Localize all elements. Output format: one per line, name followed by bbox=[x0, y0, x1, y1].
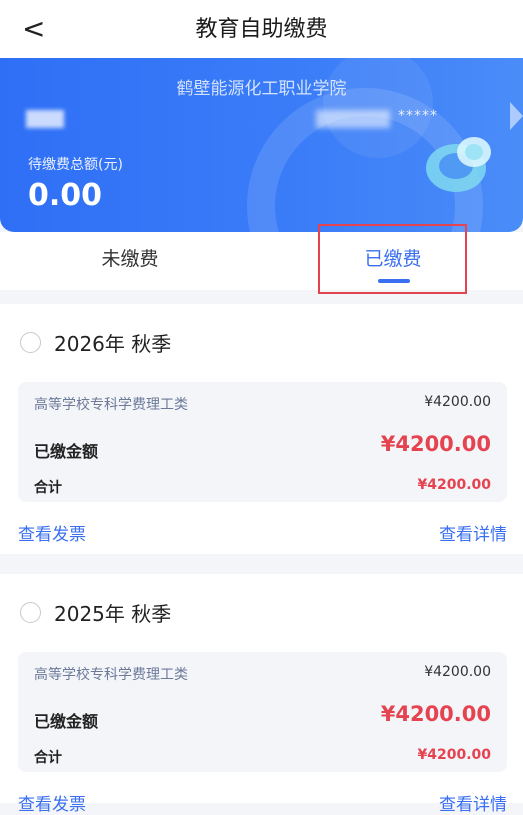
total-due-amount: 0.00 bbox=[28, 178, 103, 213]
tab-unpaid[interactable]: 未缴费 bbox=[40, 232, 220, 290]
fee-item-name: 高等学校专科学费理工类 bbox=[34, 397, 188, 413]
paid-amount-value: ¥4200.00 bbox=[380, 702, 491, 726]
select-radio[interactable] bbox=[20, 602, 41, 623]
highlight-annotation bbox=[318, 224, 467, 294]
total-value: ¥4200.00 bbox=[417, 747, 491, 763]
fee-item-name: 高等学校专科学费理工类 bbox=[34, 667, 188, 683]
view-invoice-link[interactable]: 查看发票 bbox=[18, 520, 86, 545]
school-name: 鹤壁能源化工职业学院 bbox=[176, 79, 347, 99]
paid-amount-label: 已缴金额 bbox=[34, 442, 99, 461]
term-label: 2026年 秋季 bbox=[54, 332, 172, 356]
paid-amount-value: ¥4200.00 bbox=[380, 432, 491, 456]
total-value: ¥4200.00 bbox=[417, 477, 491, 493]
blurred-student-name bbox=[26, 110, 64, 128]
coin-illustration-icon bbox=[426, 137, 491, 192]
total-due-label: 待缴费总额(元) bbox=[28, 157, 123, 173]
total-label: 合计 bbox=[34, 750, 62, 766]
fee-detail-box: 高等学校专科学费理工类 ¥4200.00 已缴金额 ¥4200.00 合计 ¥4… bbox=[18, 382, 507, 502]
masked-id: ***** bbox=[398, 108, 438, 124]
term-label: 2025年 秋季 bbox=[54, 602, 172, 626]
summary-banner: 鹤壁能源化工职业学院 ***** 待缴费总额(元) 0.00 bbox=[0, 58, 523, 232]
total-label: 合计 bbox=[34, 480, 62, 496]
payment-record-card: 2025年 秋季 高等学校专科学费理工类 ¥4200.00 已缴金额 ¥4200… bbox=[0, 574, 523, 815]
fee-item-price: ¥4200.00 bbox=[424, 664, 491, 680]
fee-item-price: ¥4200.00 bbox=[424, 394, 491, 410]
payment-record-card: 2026年 秋季 高等学校专科学费理工类 ¥4200.00 已缴金额 ¥4200… bbox=[0, 304, 523, 554]
view-details-link[interactable]: 查看详情 bbox=[439, 520, 507, 545]
blurred-student-id bbox=[316, 110, 390, 128]
select-radio[interactable] bbox=[20, 332, 41, 353]
page-title: 教育自助缴费 bbox=[195, 17, 328, 42]
paid-amount-label: 已缴金额 bbox=[34, 712, 99, 731]
chevron-right-icon[interactable] bbox=[510, 102, 523, 130]
top-bar: < 教育自助缴费 bbox=[0, 0, 523, 58]
fee-detail-box: 高等学校专科学费理工类 ¥4200.00 已缴金额 ¥4200.00 合计 ¥4… bbox=[18, 652, 507, 772]
